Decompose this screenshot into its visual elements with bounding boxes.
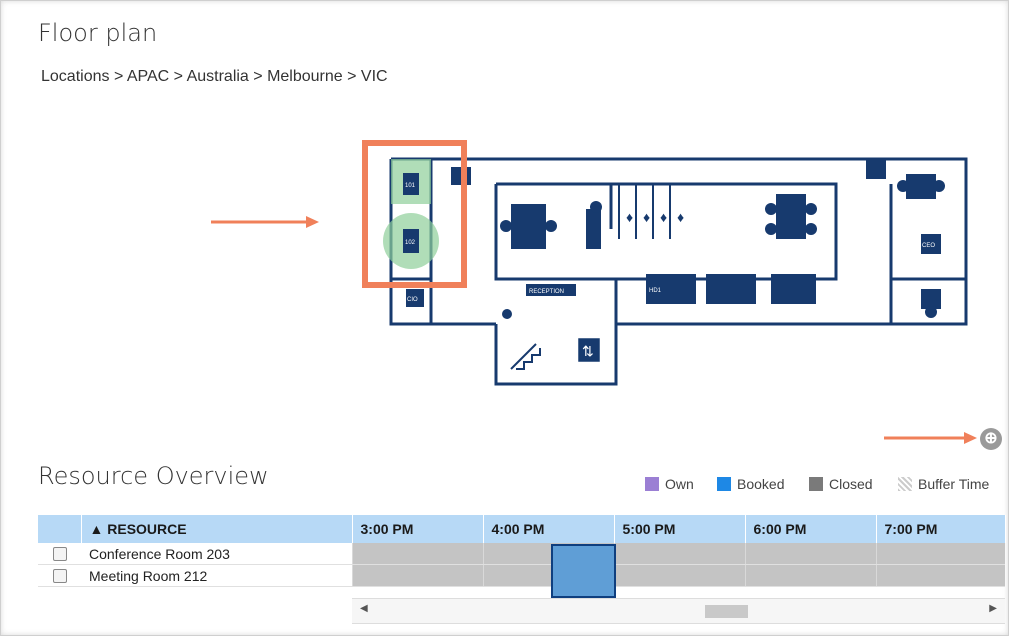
cio-label: CIO [407, 297, 418, 303]
pointer-arrow-zoom [884, 432, 977, 444]
hd1-label: HD1 [649, 288, 662, 294]
legend-label: Closed [829, 476, 873, 492]
legend-booked: Booked [717, 475, 784, 493]
time-slot[interactable] [351, 564, 483, 587]
time-column-header: 6:00 PM [745, 515, 877, 543]
time-column-header: 7:00 PM [876, 515, 1006, 543]
row-checkbox-cell[interactable] [38, 543, 81, 565]
closed-swatch [809, 477, 823, 491]
svg-text:♦: ♦ [677, 209, 684, 225]
time-slot[interactable] [613, 564, 745, 587]
resource-name: Meeting Room 212 [81, 564, 352, 587]
scroll-thumb[interactable] [705, 605, 748, 618]
row-checkbox[interactable] [52, 546, 67, 561]
highlight-box [362, 140, 467, 288]
booked-slot[interactable] [551, 544, 616, 598]
own-swatch [645, 477, 659, 491]
scroll-left-icon[interactable]: ◀ [360, 603, 368, 614]
svg-text:⇅: ⇅ [582, 343, 594, 359]
table-row[interactable]: Conference Room 203 [38, 543, 1005, 565]
reception-label: RECEPTION [529, 289, 564, 295]
select-column-header [38, 515, 82, 543]
time-slot[interactable] [875, 543, 1005, 565]
legend-label: Buffer Time [918, 476, 990, 492]
row-checkbox-cell[interactable] [38, 564, 81, 587]
time-slot[interactable] [613, 543, 745, 565]
svg-text:♦: ♦ [660, 209, 667, 225]
ceo-label: CEO [922, 243, 935, 249]
legend-buffer: Buffer Time [898, 475, 989, 493]
page-title: Floor plan [38, 19, 158, 47]
legend-label: Booked [737, 476, 785, 492]
floor-plan-panel: Floor plan Locations > APAC > Australia … [0, 0, 1009, 636]
resource-name: Conference Room 203 [81, 543, 352, 565]
time-slot[interactable] [744, 564, 876, 587]
time-slot[interactable] [875, 564, 1005, 587]
time-column-header: 5:00 PM [614, 515, 746, 543]
horizontal-scrollbar[interactable]: ◀ ▶ [352, 598, 1005, 624]
svg-text:♦: ♦ [626, 209, 633, 225]
pointer-arrow [211, 216, 319, 228]
time-column-header: 4:00 PM [483, 515, 615, 543]
legend-label: Own [665, 476, 694, 492]
desks [406, 159, 945, 361]
scroll-right-icon[interactable]: ▶ [989, 603, 997, 614]
zoom-in-icon[interactable]: ⊕ [980, 428, 1002, 450]
buffer-swatch [898, 477, 912, 491]
row-checkbox[interactable] [52, 568, 67, 583]
booked-swatch [717, 477, 731, 491]
section-title: Resource Overview [38, 462, 269, 490]
legend-closed: Closed [809, 475, 873, 493]
table-row[interactable]: Meeting Room 212 [38, 564, 1005, 587]
time-slot[interactable] [744, 543, 876, 565]
time-column-header: 3:00 PM [352, 515, 484, 543]
resource-column-header[interactable]: ▲ RESOURCE [81, 515, 353, 543]
breadcrumb[interactable]: Locations > APAC > Australia > Melbourne… [41, 68, 388, 86]
resource-grid: ▲ RESOURCE 3:00 PM 4:00 PM 5:00 PM 6:00 … [38, 515, 1006, 587]
svg-text:♦: ♦ [643, 209, 650, 225]
time-slot[interactable] [351, 543, 483, 565]
legend-own: Own [645, 475, 694, 493]
